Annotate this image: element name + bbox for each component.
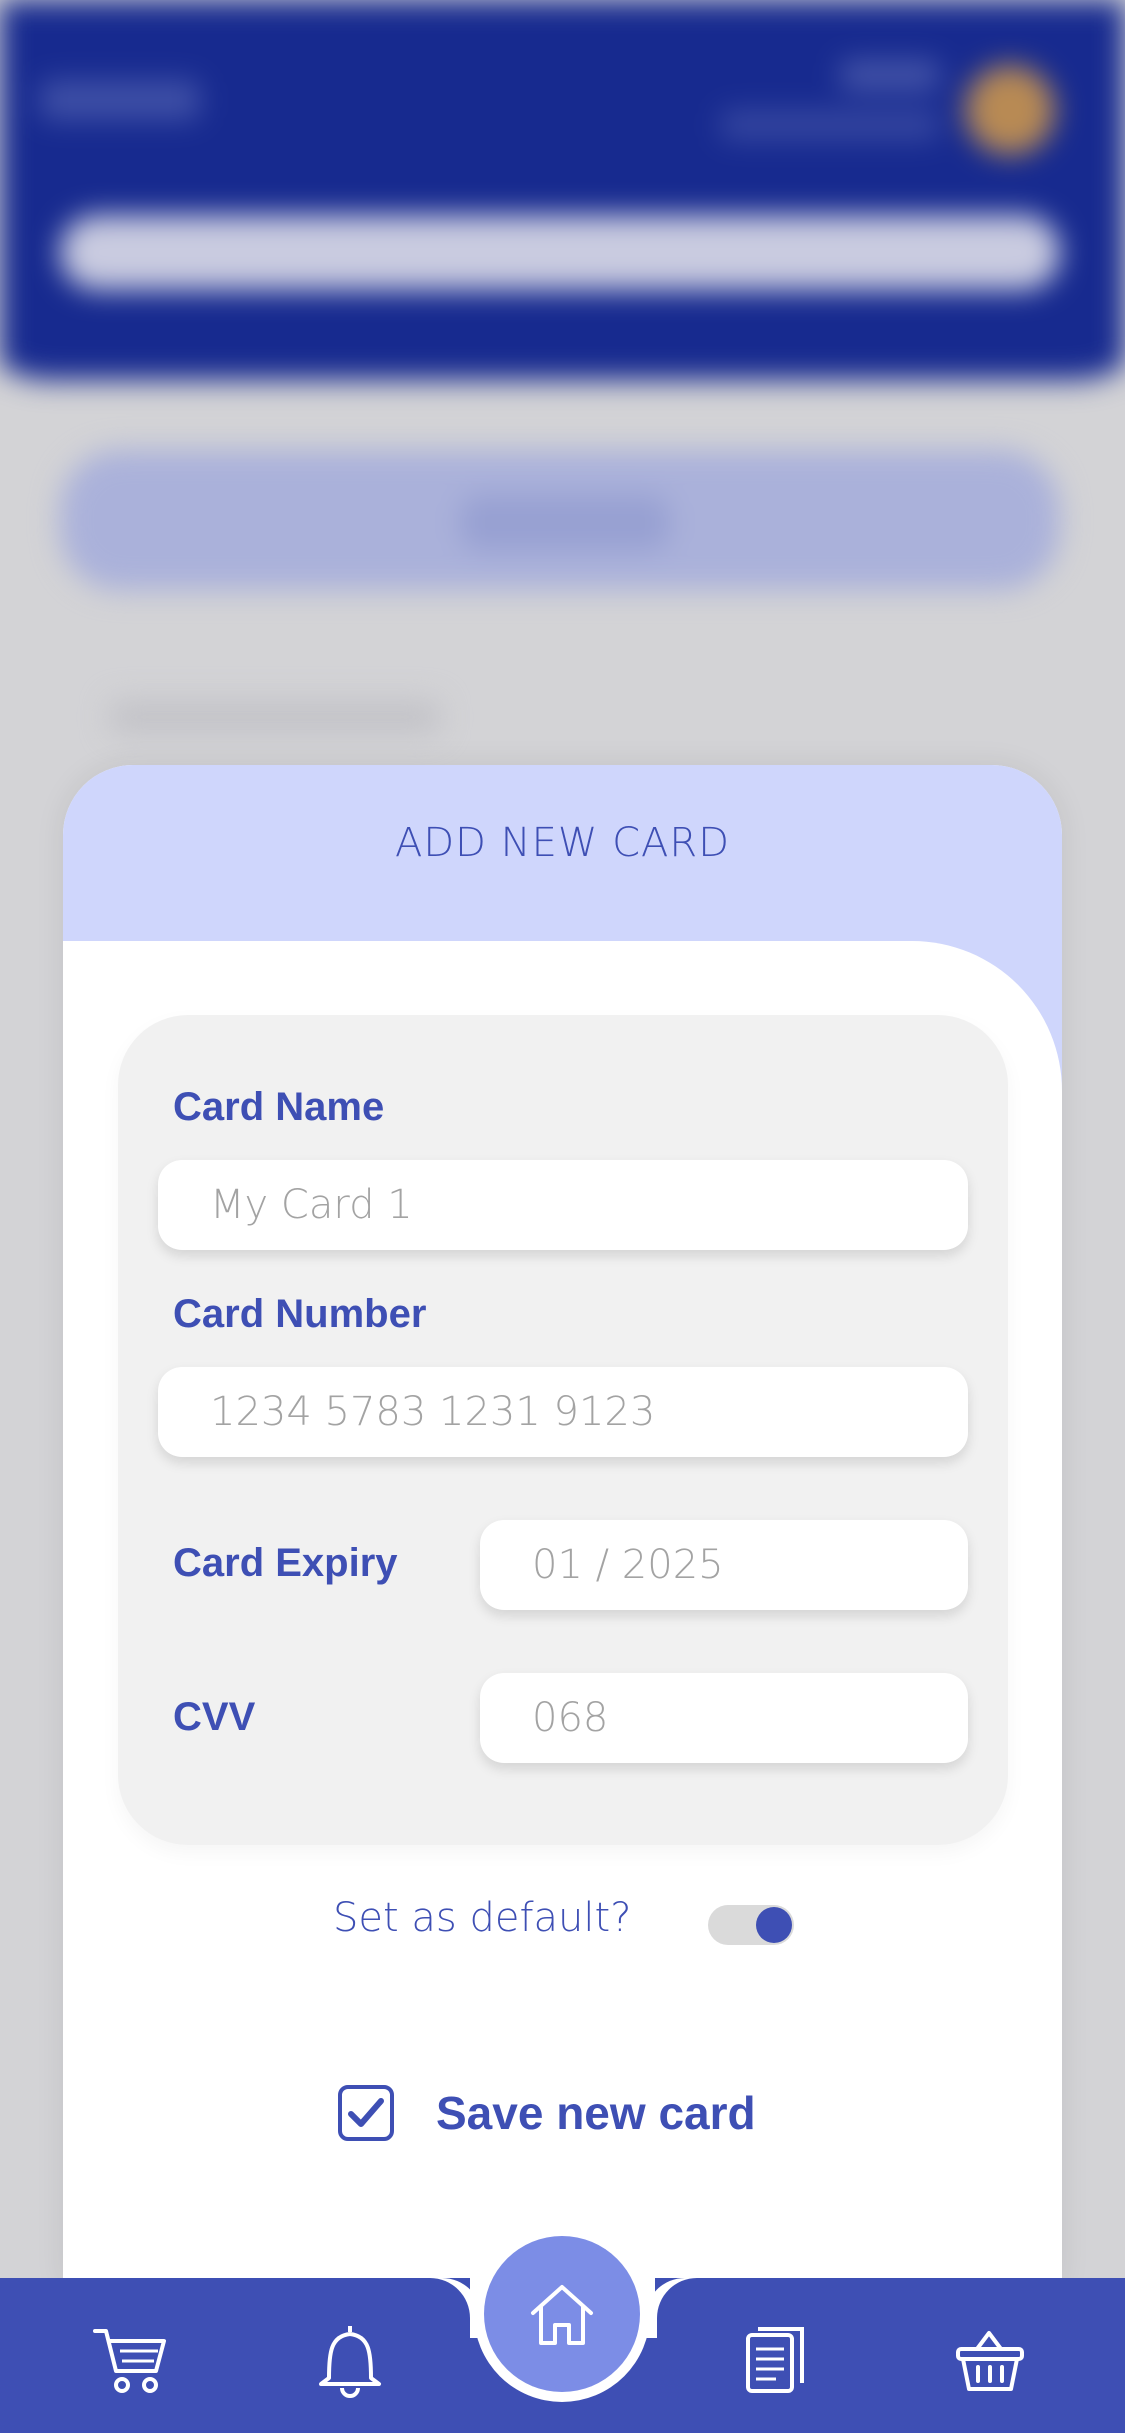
- save-card-label[interactable]: Save new card: [436, 2086, 756, 2140]
- card-number-label: Card Number: [173, 1292, 427, 1336]
- cart-icon: [93, 2329, 166, 2393]
- background-section-title: [110, 700, 440, 734]
- nav-notifications-button[interactable]: [312, 2322, 388, 2398]
- card-form-panel: Card Name Card Number Card Expiry CVV: [118, 1015, 1008, 1845]
- toggle-knob: [756, 1907, 792, 1943]
- cvv-input[interactable]: [480, 1673, 968, 1763]
- nav-home-button[interactable]: [474, 2226, 650, 2402]
- background-banner-chip: [460, 495, 670, 550]
- card-expiry-label: Card Expiry: [173, 1541, 398, 1585]
- modal-header: ADD NEW CARD: [63, 765, 1062, 941]
- set-default-label: Set as default?: [333, 1895, 632, 1941]
- modal-title: ADD NEW CARD: [394, 820, 731, 866]
- background-avatar: [965, 65, 1055, 155]
- card-name-input[interactable]: [158, 1160, 968, 1250]
- background-search-bar: [60, 215, 1060, 290]
- background-greeting: [840, 60, 940, 90]
- document-icon: [746, 2327, 804, 2393]
- save-card-row[interactable]: Save new card: [338, 2083, 756, 2143]
- basket-icon: [956, 2331, 1024, 2391]
- save-card-checkbox[interactable]: [338, 2085, 394, 2141]
- nav-orders-button[interactable]: [738, 2322, 814, 2398]
- background-username: [720, 110, 940, 140]
- card-expiry-input[interactable]: [480, 1520, 968, 1610]
- card-number-input[interactable]: [158, 1367, 968, 1457]
- cvv-label: CVV: [173, 1695, 256, 1739]
- add-card-modal: ADD NEW CARD Card Name Card Number Card …: [63, 765, 1062, 2285]
- card-name-label: Card Name: [173, 1085, 385, 1129]
- background-header: [0, 0, 1125, 380]
- nav-basket-button[interactable]: [952, 2322, 1028, 2398]
- checkmark-icon: [348, 2098, 384, 2127]
- background-title: [40, 80, 200, 120]
- nav-home-button-inner: [484, 2236, 640, 2392]
- nav-cart-button[interactable]: [92, 2322, 168, 2398]
- bell-icon: [319, 2326, 381, 2398]
- set-default-toggle[interactable]: [708, 1905, 794, 1945]
- home-icon: [531, 2285, 593, 2345]
